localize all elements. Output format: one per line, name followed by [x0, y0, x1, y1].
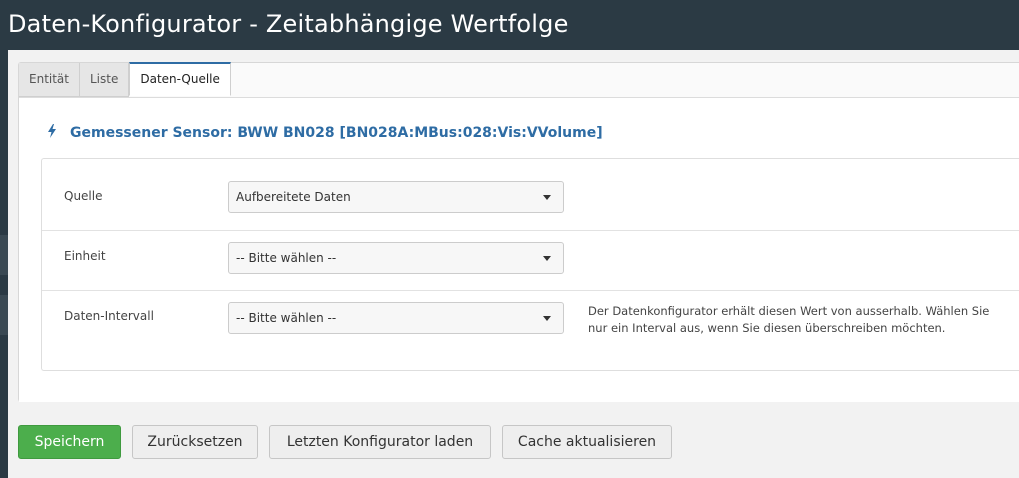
tab-daten-quelle[interactable]: Daten-Quelle [129, 62, 231, 96]
dialog-title: Daten-Konfigurator - Zeitabhängige Wertf… [8, 10, 569, 38]
background-app-edge [0, 295, 8, 335]
sensor-label: Gemessener Sensor: BWW BN028 [BN028A:MBu… [70, 125, 603, 141]
tab-bar: Entität Liste Daten-Quelle [19, 62, 231, 97]
bolt-icon [47, 124, 61, 142]
intervall-label: Daten-Intervall [64, 309, 154, 323]
intervall-help-text: Der Datenkonfigurator erhält diesen Wert… [588, 304, 990, 335]
caret-down-icon [543, 316, 551, 321]
form-row-einheit: Einheit -- Bitte wählen -- [42, 230, 1019, 291]
background-app-edge [0, 235, 8, 275]
quelle-select-value: Aufbereitete Daten [236, 190, 351, 204]
reset-button[interactable]: Zurücksetzen [132, 425, 258, 459]
dialog-panel: Entität Liste Daten-Quelle Gemessener Se… [8, 50, 1019, 478]
tab-liste[interactable]: Liste [80, 63, 130, 97]
einheit-label: Einheit [64, 249, 106, 263]
einheit-select[interactable]: -- Bitte wählen -- [228, 242, 564, 274]
caret-down-icon [543, 256, 551, 261]
einheit-select-value: -- Bitte wählen -- [236, 251, 337, 265]
configurator-card: Entität Liste Daten-Quelle Gemessener Se… [18, 62, 1019, 402]
tab-content: Gemessener Sensor: BWW BN028 [BN028A:MBu… [19, 97, 1019, 402]
tab-entitaet[interactable]: Entität [19, 63, 80, 97]
caret-down-icon [543, 195, 551, 200]
intervall-select-value: -- Bitte wählen -- [236, 311, 337, 325]
refresh-cache-button[interactable]: Cache aktualisieren [502, 425, 672, 459]
quelle-label: Quelle [64, 189, 103, 203]
save-button[interactable]: Speichern [18, 425, 121, 459]
form-row-intervall: Daten-Intervall -- Bitte wählen -- Der D… [42, 290, 1019, 351]
load-last-configurator-button[interactable]: Letzten Konfigurator laden [269, 425, 491, 459]
sensor-heading: Gemessener Sensor: BWW BN028 [BN028A:MBu… [47, 124, 603, 142]
intervall-select[interactable]: -- Bitte wählen -- [228, 302, 564, 334]
form-row-quelle: Quelle Aufbereitete Daten [42, 159, 1019, 219]
source-form: Quelle Aufbereitete Daten Einheit -- Bit… [41, 158, 1019, 371]
quelle-select[interactable]: Aufbereitete Daten [228, 181, 564, 213]
